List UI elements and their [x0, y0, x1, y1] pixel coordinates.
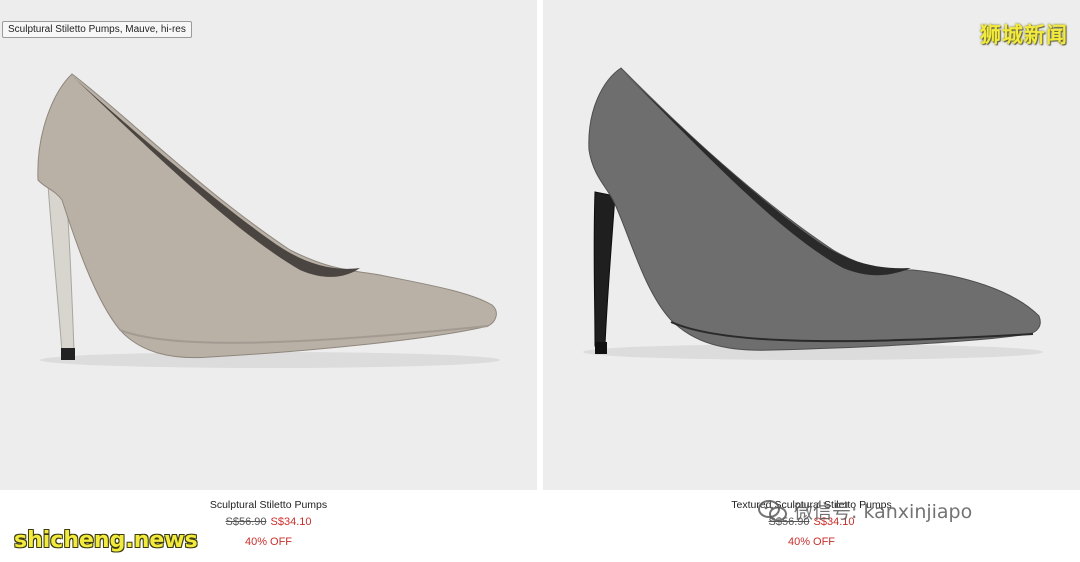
pump-shoe-illustration-1 — [37, 73, 500, 368]
watermark-wechat: 微信号: kanxinjiapo — [758, 497, 972, 524]
image-tooltip: Sculptural Stiletto Pumps, Mauve, hi-res — [2, 21, 192, 38]
wechat-id-text: 微信号: kanxinjiapo — [794, 501, 973, 523]
discount-badge: 40% OFF — [787, 536, 836, 548]
product-card-2[interactable]: Textured Sculptural Stiletto Pumps S$56.… — [543, 0, 1080, 562]
sale-price: S$34.10 — [270, 516, 312, 528]
watermark-top-right: 狮城新闻 — [980, 23, 1068, 47]
product-image-1[interactable] — [0, 0, 537, 490]
price-row: S$56.90 S$34.10 — [0, 516, 537, 528]
wechat-icon — [758, 499, 787, 521]
pump-shoe-illustration-2 — [583, 67, 1043, 360]
original-price: S$56.90 — [225, 516, 267, 528]
product-name-link[interactable]: Sculptural Stiletto Pumps — [0, 499, 537, 511]
watermark-bottom-left: shicheng.news — [14, 528, 198, 553]
product-card-1[interactable]: Sculptural Stiletto Pumps, Mauve, hi-res… — [0, 0, 537, 562]
product-image-2[interactable] — [543, 0, 1080, 490]
